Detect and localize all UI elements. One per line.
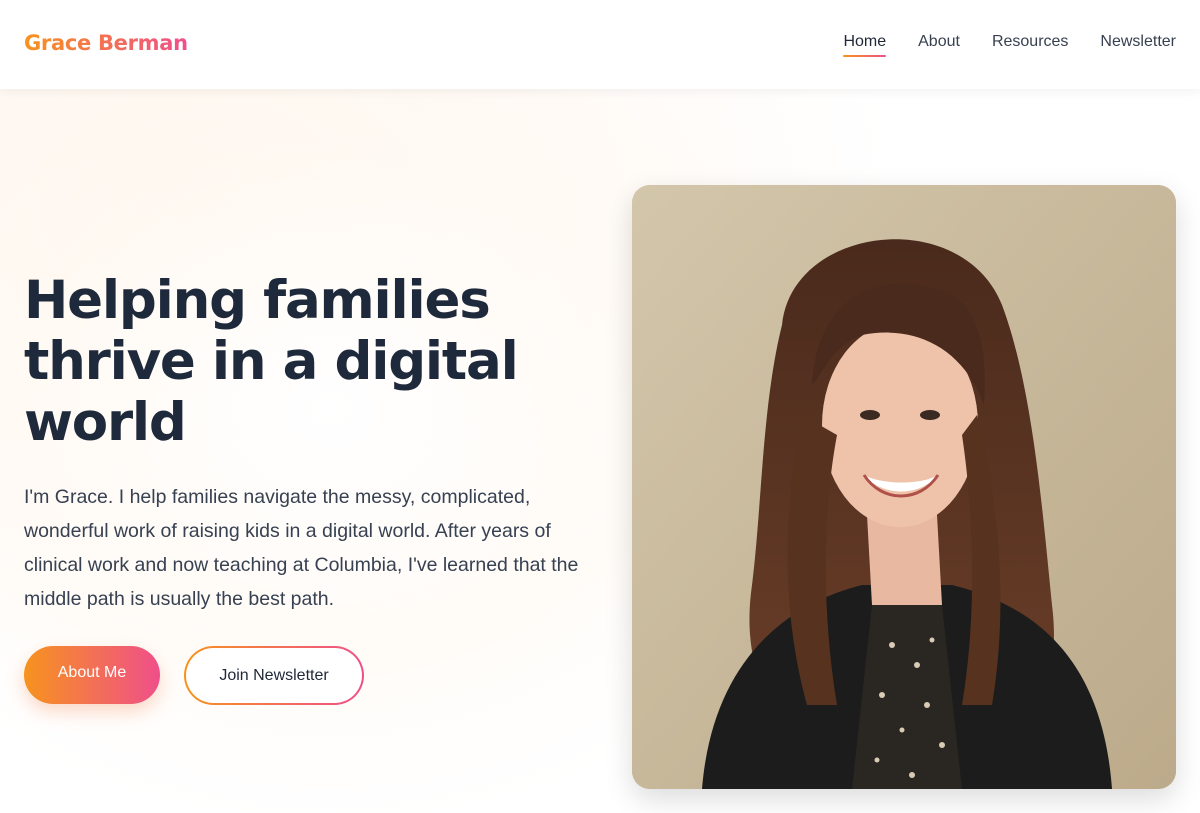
join-newsletter-label: Join Newsletter bbox=[186, 648, 362, 703]
nav-about[interactable]: About bbox=[918, 33, 960, 57]
nav-resources[interactable]: Resources bbox=[992, 33, 1068, 57]
site-header: Grace Berman Home About Resources Newsle… bbox=[0, 0, 1200, 89]
hero-heading: Helping families thrive in a digital wor… bbox=[24, 270, 519, 453]
main-nav: Home About Resources Newsletter bbox=[843, 33, 1176, 57]
nav-newsletter[interactable]: Newsletter bbox=[1100, 33, 1176, 57]
join-newsletter-button[interactable]: Join Newsletter bbox=[184, 646, 364, 705]
portrait-photo bbox=[632, 185, 1176, 789]
hero-intro: I'm Grace. I help families navigate the … bbox=[24, 486, 579, 610]
brand-logo[interactable]: Grace Berman bbox=[24, 31, 188, 55]
about-me-button[interactable]: About Me bbox=[24, 646, 160, 704]
portrait-illustration bbox=[632, 185, 1176, 789]
nav-home[interactable]: Home bbox=[843, 33, 886, 57]
